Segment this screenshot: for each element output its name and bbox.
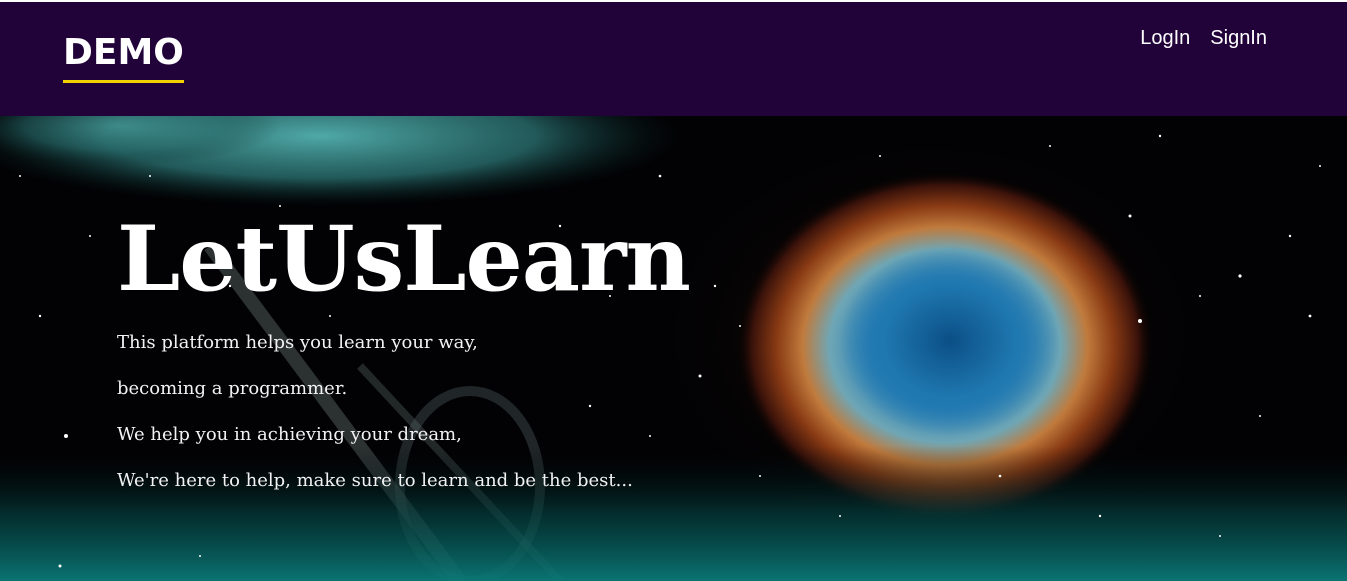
hero-title: LetUsLearn [117,206,691,312]
hero-line-3: We help you in achieving your dream, [117,424,462,445]
brand-logo[interactable]: DEMO [63,32,184,83]
login-link[interactable]: LogIn [1140,26,1190,50]
nav-links: LogIn SignIn [1140,26,1267,50]
hero-line-1: This platform helps you learn your way, [117,332,478,353]
navbar: DEMO LogIn SignIn [0,2,1347,116]
signin-link[interactable]: SignIn [1210,26,1267,50]
hero-section: LetUsLearn This platform helps you learn… [0,116,1347,581]
hero-description: This platform helps you learn your way, … [117,332,817,516]
hero-line-4: We're here to help, make sure to learn a… [117,470,633,491]
hero-line-2: becoming a programmer. [117,378,348,399]
